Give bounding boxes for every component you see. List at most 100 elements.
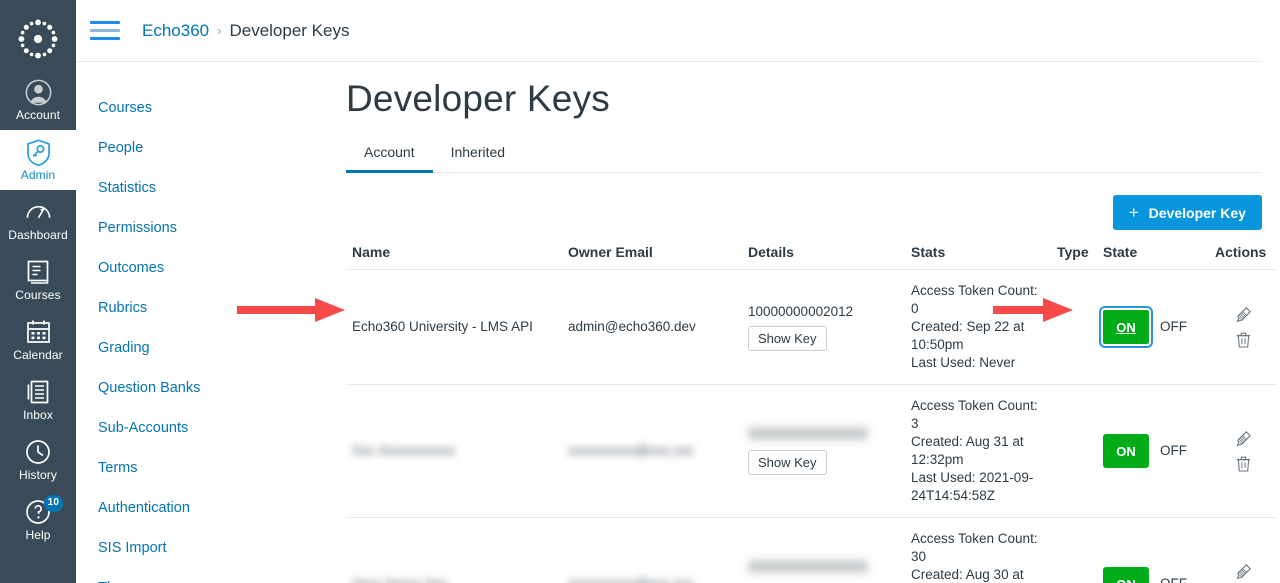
cell-actions	[1209, 518, 1277, 583]
cell-key-name: Xxxx Xxxxx Xxx	[346, 518, 562, 583]
redacted-key-id	[748, 427, 868, 440]
context-nav-item-people[interactable]: People	[90, 132, 266, 165]
calendar-icon	[26, 319, 51, 345]
trash-icon[interactable]	[1235, 331, 1252, 349]
stat-created: Created: Sep 22 at 10:50pm	[911, 318, 1045, 354]
column-header-stats: Stats	[905, 240, 1051, 270]
global-nav-label: Account	[16, 108, 60, 122]
stat-last-used: Last Used: 2021-09-24T14:54:58Z	[911, 469, 1045, 505]
state-toggle-on-label: ON	[1116, 577, 1136, 583]
global-nav-item-help[interactable]: 10 Help	[0, 490, 76, 550]
help-notification-badge: 10	[44, 495, 63, 512]
state-toggle-on-button[interactable]: ON	[1103, 434, 1149, 468]
cell-state: ON OFF	[1097, 518, 1209, 583]
column-header-name: Name	[346, 240, 562, 270]
context-nav-item-sub-accounts[interactable]: Sub-Accounts	[90, 412, 266, 445]
breadcrumb: Echo360 › Developer Keys	[142, 21, 349, 41]
global-nav-label: Courses	[15, 288, 60, 302]
table-header-row: Name Owner Email Details Stats Type Stat…	[346, 240, 1277, 270]
context-nav-item-grading[interactable]: Grading	[90, 332, 266, 365]
column-header-type: Type	[1051, 240, 1097, 270]
context-nav-item-question-banks[interactable]: Question Banks	[90, 372, 266, 405]
add-developer-key-button[interactable]: + Developer Key	[1113, 195, 1262, 230]
stat-token-count: Access Token Count: 30	[911, 530, 1045, 566]
developer-keys-table: Name Owner Email Details Stats Type Stat…	[346, 240, 1277, 583]
state-toggle-on-button[interactable]: ON	[1103, 567, 1149, 583]
cell-stats: Access Token Count: 30 Created: Aug 30 a…	[905, 518, 1051, 583]
context-nav-item-terms[interactable]: Terms	[90, 452, 266, 485]
cell-state: ON OFF	[1097, 385, 1209, 518]
context-nav-item-themes[interactable]: Themes	[90, 572, 266, 583]
plus-icon: +	[1129, 204, 1139, 221]
show-key-button[interactable]: Show Key	[748, 450, 827, 475]
hamburger-menu-icon[interactable]	[90, 20, 120, 42]
top-bar: Echo360 › Developer Keys	[76, 0, 1262, 62]
tab-inherited[interactable]: Inherited	[433, 138, 523, 173]
cell-owner-email: admin@echo360.dev	[562, 270, 742, 385]
global-nav-item-history[interactable]: History	[0, 430, 76, 490]
global-nav-label: Inbox	[23, 408, 53, 422]
cell-details: Show Key	[742, 385, 905, 518]
global-nav-item-admin[interactable]: Admin	[0, 130, 76, 190]
question-circle-icon: 10	[25, 499, 51, 525]
state-toggle-off-label[interactable]: OFF	[1160, 318, 1187, 336]
page-body: Echo360 › Developer Keys Courses People …	[76, 0, 1280, 583]
cell-type	[1051, 270, 1097, 385]
state-toggle-on-button[interactable]: ON	[1103, 310, 1149, 344]
pencil-icon[interactable]	[1234, 430, 1252, 448]
column-header-owner-email: Owner Email	[562, 240, 742, 270]
context-nav-item-permissions[interactable]: Permissions	[90, 212, 266, 245]
cell-stats: Access Token Count: 0 Created: Sep 22 at…	[905, 270, 1051, 385]
pencil-icon[interactable]	[1234, 306, 1252, 324]
context-nav-item-sis-import[interactable]: SIS Import	[90, 532, 266, 565]
context-nav-item-statistics[interactable]: Statistics	[90, 172, 266, 205]
cell-actions	[1209, 385, 1277, 518]
cell-details: 10000000002012 Show Key	[742, 270, 905, 385]
global-nav-item-account[interactable]: Account	[0, 70, 76, 130]
shield-key-icon	[26, 139, 51, 165]
table-row: Echo360 University - LMS API admin@echo3…	[346, 270, 1277, 385]
redacted-owner-email: xxxxxxxxxx@xxx.xxx	[568, 576, 693, 583]
global-nav-label: History	[19, 468, 57, 482]
state-toggle-off-label[interactable]: OFF	[1160, 442, 1187, 460]
global-nav-item-courses[interactable]: Courses	[0, 250, 76, 310]
context-nav-item-outcomes[interactable]: Outcomes	[90, 252, 266, 285]
global-nav-label: Calendar	[13, 348, 63, 362]
context-nav-item-authentication[interactable]: Authentication	[90, 492, 266, 525]
cell-stats: Access Token Count: 3 Created: Aug 31 at…	[905, 385, 1051, 518]
global-nav-label: Help	[25, 528, 50, 542]
redacted-key-id	[748, 560, 868, 573]
stat-created: Created: Aug 31 at 12:32pm	[911, 433, 1045, 469]
cell-details: Show Key	[742, 518, 905, 583]
global-nav-item-inbox[interactable]: Inbox	[0, 370, 76, 430]
redacted-key-name: Xxx Xxxxxxxxxxx	[352, 443, 455, 458]
context-navigation: Courses People Statistics Permissions Ou…	[76, 62, 266, 583]
pencil-icon[interactable]	[1234, 563, 1252, 581]
cell-owner-email: xxxxxxxxxx@xxx.xxx	[562, 518, 742, 583]
add-developer-key-label: Developer Key	[1149, 205, 1246, 221]
tab-account[interactable]: Account	[346, 138, 433, 173]
clock-icon	[25, 439, 51, 465]
context-nav-item-rubrics[interactable]: Rubrics	[90, 292, 266, 325]
cell-owner-email: xxxxxxxxxx@xxx.xxx	[562, 385, 742, 518]
page-title: Developer Keys	[346, 78, 1262, 120]
tab-list: Account Inherited	[346, 138, 1262, 173]
column-header-details: Details	[742, 240, 905, 270]
book-icon	[26, 259, 50, 285]
trash-icon[interactable]	[1235, 455, 1252, 473]
content-area: Courses People Statistics Permissions Ou…	[76, 62, 1280, 583]
breadcrumb-separator-icon: ›	[217, 23, 221, 38]
redacted-owner-email: xxxxxxxxxx@xxx.xxx	[568, 443, 693, 458]
breadcrumb-root-link[interactable]: Echo360	[142, 21, 209, 41]
table-toolbar: + Developer Key	[346, 183, 1262, 240]
global-nav-item-calendar[interactable]: Calendar	[0, 310, 76, 370]
canvas-logo-icon[interactable]	[0, 8, 76, 70]
column-header-state: State	[1097, 240, 1209, 270]
global-nav-item-dashboard[interactable]: Dashboard	[0, 190, 76, 250]
state-toggle-off-label[interactable]: OFF	[1160, 575, 1187, 583]
dashboard-gauge-icon	[25, 199, 52, 225]
context-nav-item-courses[interactable]: Courses	[90, 92, 266, 125]
state-toggle-on-label: ON	[1116, 444, 1136, 459]
cell-type	[1051, 518, 1097, 583]
show-key-button[interactable]: Show Key	[748, 326, 827, 351]
